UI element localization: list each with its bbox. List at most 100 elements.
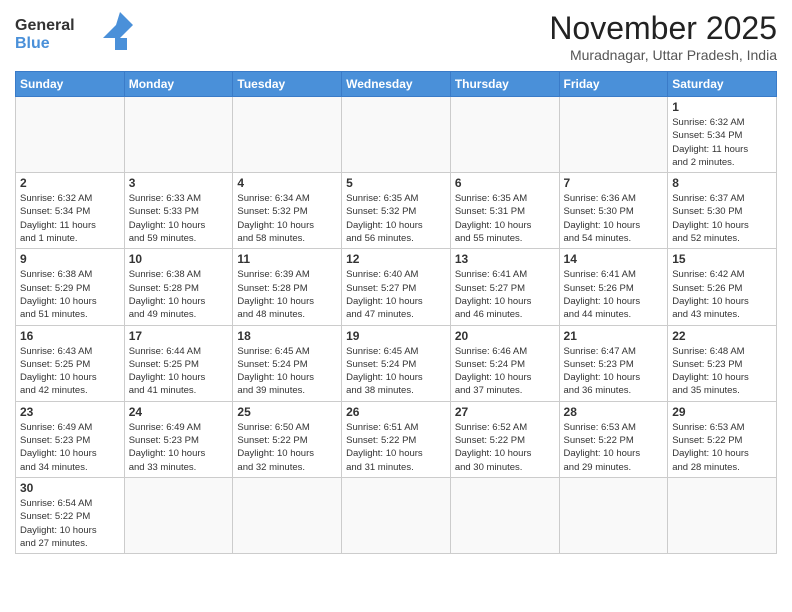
calendar-header-row: SundayMondayTuesdayWednesdayThursdayFrid… [16,72,777,97]
day-number: 14 [564,252,664,266]
calendar-week-row: 30 Sunrise: 6:54 AM Sunset: 5:22 PM Dayli… [16,477,777,553]
day-number: 5 [346,176,446,190]
calendar-day-cell [450,97,559,173]
calendar-day-cell: 23 Sunrise: 6:49 AM Sunset: 5:23 PM Dayli… [16,401,125,477]
day-number: 27 [455,405,555,419]
day-number: 28 [564,405,664,419]
weekday-header-saturday: Saturday [668,72,777,97]
day-number: 23 [20,405,120,419]
day-info: Sunrise: 6:52 AM Sunset: 5:22 PM Dayligh… [455,421,555,474]
calendar-day-cell [342,477,451,553]
day-info: Sunrise: 6:53 AM Sunset: 5:22 PM Dayligh… [564,421,664,474]
day-info: Sunrise: 6:49 AM Sunset: 5:23 PM Dayligh… [20,421,120,474]
calendar-day-cell: 17 Sunrise: 6:44 AM Sunset: 5:25 PM Dayli… [124,325,233,401]
day-number: 2 [20,176,120,190]
day-info: Sunrise: 6:45 AM Sunset: 5:24 PM Dayligh… [237,345,337,398]
calendar-day-cell [559,477,668,553]
calendar-day-cell: 22Sunrise: 6:48 AM Sunset: 5:23 PM Dayli… [668,325,777,401]
day-number: 1 [672,100,772,114]
calendar-day-cell: 30 Sunrise: 6:54 AM Sunset: 5:22 PM Dayli… [16,477,125,553]
calendar-week-row: 1 Sunrise: 6:32 AM Sunset: 5:34 PM Daylig… [16,97,777,173]
calendar-day-cell [233,477,342,553]
weekday-header-thursday: Thursday [450,72,559,97]
calendar-day-cell: 8Sunrise: 6:37 AM Sunset: 5:30 PM Daylig… [668,173,777,249]
day-number: 3 [129,176,229,190]
day-info: Sunrise: 6:35 AM Sunset: 5:32 PM Dayligh… [346,192,446,245]
day-info: Sunrise: 6:39 AM Sunset: 5:28 PM Dayligh… [237,268,337,321]
calendar-day-cell: 15 Sunrise: 6:42 AM Sunset: 5:26 PM Dayli… [668,249,777,325]
day-info: Sunrise: 6:40 AM Sunset: 5:27 PM Dayligh… [346,268,446,321]
calendar-day-cell [450,477,559,553]
calendar-day-cell: 6 Sunrise: 6:35 AM Sunset: 5:31 PM Daylig… [450,173,559,249]
day-number: 7 [564,176,664,190]
day-number: 17 [129,329,229,343]
calendar-week-row: 9Sunrise: 6:38 AM Sunset: 5:29 PM Daylig… [16,249,777,325]
calendar-table: SundayMondayTuesdayWednesdayThursdayFrid… [15,71,777,554]
page-header: General Blue November 2025 Muradnagar, U… [15,10,777,63]
calendar-day-cell [342,97,451,173]
day-number: 19 [346,329,446,343]
weekday-header-friday: Friday [559,72,668,97]
day-info: Sunrise: 6:32 AM Sunset: 5:34 PM Dayligh… [672,116,772,169]
calendar-day-cell [559,97,668,173]
day-info: Sunrise: 6:42 AM Sunset: 5:26 PM Dayligh… [672,268,772,321]
day-number: 8 [672,176,772,190]
day-number: 26 [346,405,446,419]
calendar-day-cell [233,97,342,173]
calendar-day-cell: 18 Sunrise: 6:45 AM Sunset: 5:24 PM Dayli… [233,325,342,401]
day-number: 4 [237,176,337,190]
calendar-day-cell: 29 Sunrise: 6:53 AM Sunset: 5:22 PM Dayli… [668,401,777,477]
day-number: 9 [20,252,120,266]
calendar-day-cell: 26Sunrise: 6:51 AM Sunset: 5:22 PM Dayli… [342,401,451,477]
day-number: 21 [564,329,664,343]
calendar-week-row: 2 Sunrise: 6:32 AM Sunset: 5:34 PM Daylig… [16,173,777,249]
day-number: 25 [237,405,337,419]
calendar-day-cell [16,97,125,173]
calendar-day-cell: 24 Sunrise: 6:49 AM Sunset: 5:23 PM Dayli… [124,401,233,477]
day-info: Sunrise: 6:38 AM Sunset: 5:28 PM Dayligh… [129,268,229,321]
day-info: Sunrise: 6:54 AM Sunset: 5:22 PM Dayligh… [20,497,120,550]
calendar-day-cell [124,97,233,173]
day-info: Sunrise: 6:32 AM Sunset: 5:34 PM Dayligh… [20,192,120,245]
day-number: 29 [672,405,772,419]
calendar-day-cell [668,477,777,553]
month-title: November 2025 [549,10,777,47]
calendar-day-cell: 28 Sunrise: 6:53 AM Sunset: 5:22 PM Dayli… [559,401,668,477]
day-number: 13 [455,252,555,266]
calendar-week-row: 23 Sunrise: 6:49 AM Sunset: 5:23 PM Dayli… [16,401,777,477]
day-number: 18 [237,329,337,343]
calendar-day-cell: 11Sunrise: 6:39 AM Sunset: 5:28 PM Dayli… [233,249,342,325]
day-number: 10 [129,252,229,266]
day-info: Sunrise: 6:41 AM Sunset: 5:27 PM Dayligh… [455,268,555,321]
day-info: Sunrise: 6:35 AM Sunset: 5:31 PM Dayligh… [455,192,555,245]
calendar-day-cell: 3 Sunrise: 6:33 AM Sunset: 5:33 PM Daylig… [124,173,233,249]
calendar-day-cell: 1 Sunrise: 6:32 AM Sunset: 5:34 PM Daylig… [668,97,777,173]
logo-svg: General Blue [15,10,135,55]
svg-text:General: General [15,17,75,34]
day-number: 22 [672,329,772,343]
day-number: 24 [129,405,229,419]
day-number: 15 [672,252,772,266]
day-info: Sunrise: 6:47 AM Sunset: 5:23 PM Dayligh… [564,345,664,398]
weekday-header-tuesday: Tuesday [233,72,342,97]
day-info: Sunrise: 6:45 AM Sunset: 5:24 PM Dayligh… [346,345,446,398]
calendar-day-cell: 20Sunrise: 6:46 AM Sunset: 5:24 PM Dayli… [450,325,559,401]
day-number: 12 [346,252,446,266]
weekday-header-sunday: Sunday [16,72,125,97]
day-info: Sunrise: 6:33 AM Sunset: 5:33 PM Dayligh… [129,192,229,245]
calendar-day-cell: 7Sunrise: 6:36 AM Sunset: 5:30 PM Daylig… [559,173,668,249]
day-number: 30 [20,481,120,495]
day-number: 6 [455,176,555,190]
day-info: Sunrise: 6:44 AM Sunset: 5:25 PM Dayligh… [129,345,229,398]
day-info: Sunrise: 6:34 AM Sunset: 5:32 PM Dayligh… [237,192,337,245]
day-info: Sunrise: 6:41 AM Sunset: 5:26 PM Dayligh… [564,268,664,321]
calendar-day-cell: 4 Sunrise: 6:34 AM Sunset: 5:32 PM Daylig… [233,173,342,249]
day-info: Sunrise: 6:53 AM Sunset: 5:22 PM Dayligh… [672,421,772,474]
weekday-header-monday: Monday [124,72,233,97]
calendar-day-cell: 9Sunrise: 6:38 AM Sunset: 5:29 PM Daylig… [16,249,125,325]
day-info: Sunrise: 6:50 AM Sunset: 5:22 PM Dayligh… [237,421,337,474]
calendar-day-cell [124,477,233,553]
day-info: Sunrise: 6:49 AM Sunset: 5:23 PM Dayligh… [129,421,229,474]
day-number: 16 [20,329,120,343]
title-section: November 2025 Muradnagar, Uttar Pradesh,… [549,10,777,63]
